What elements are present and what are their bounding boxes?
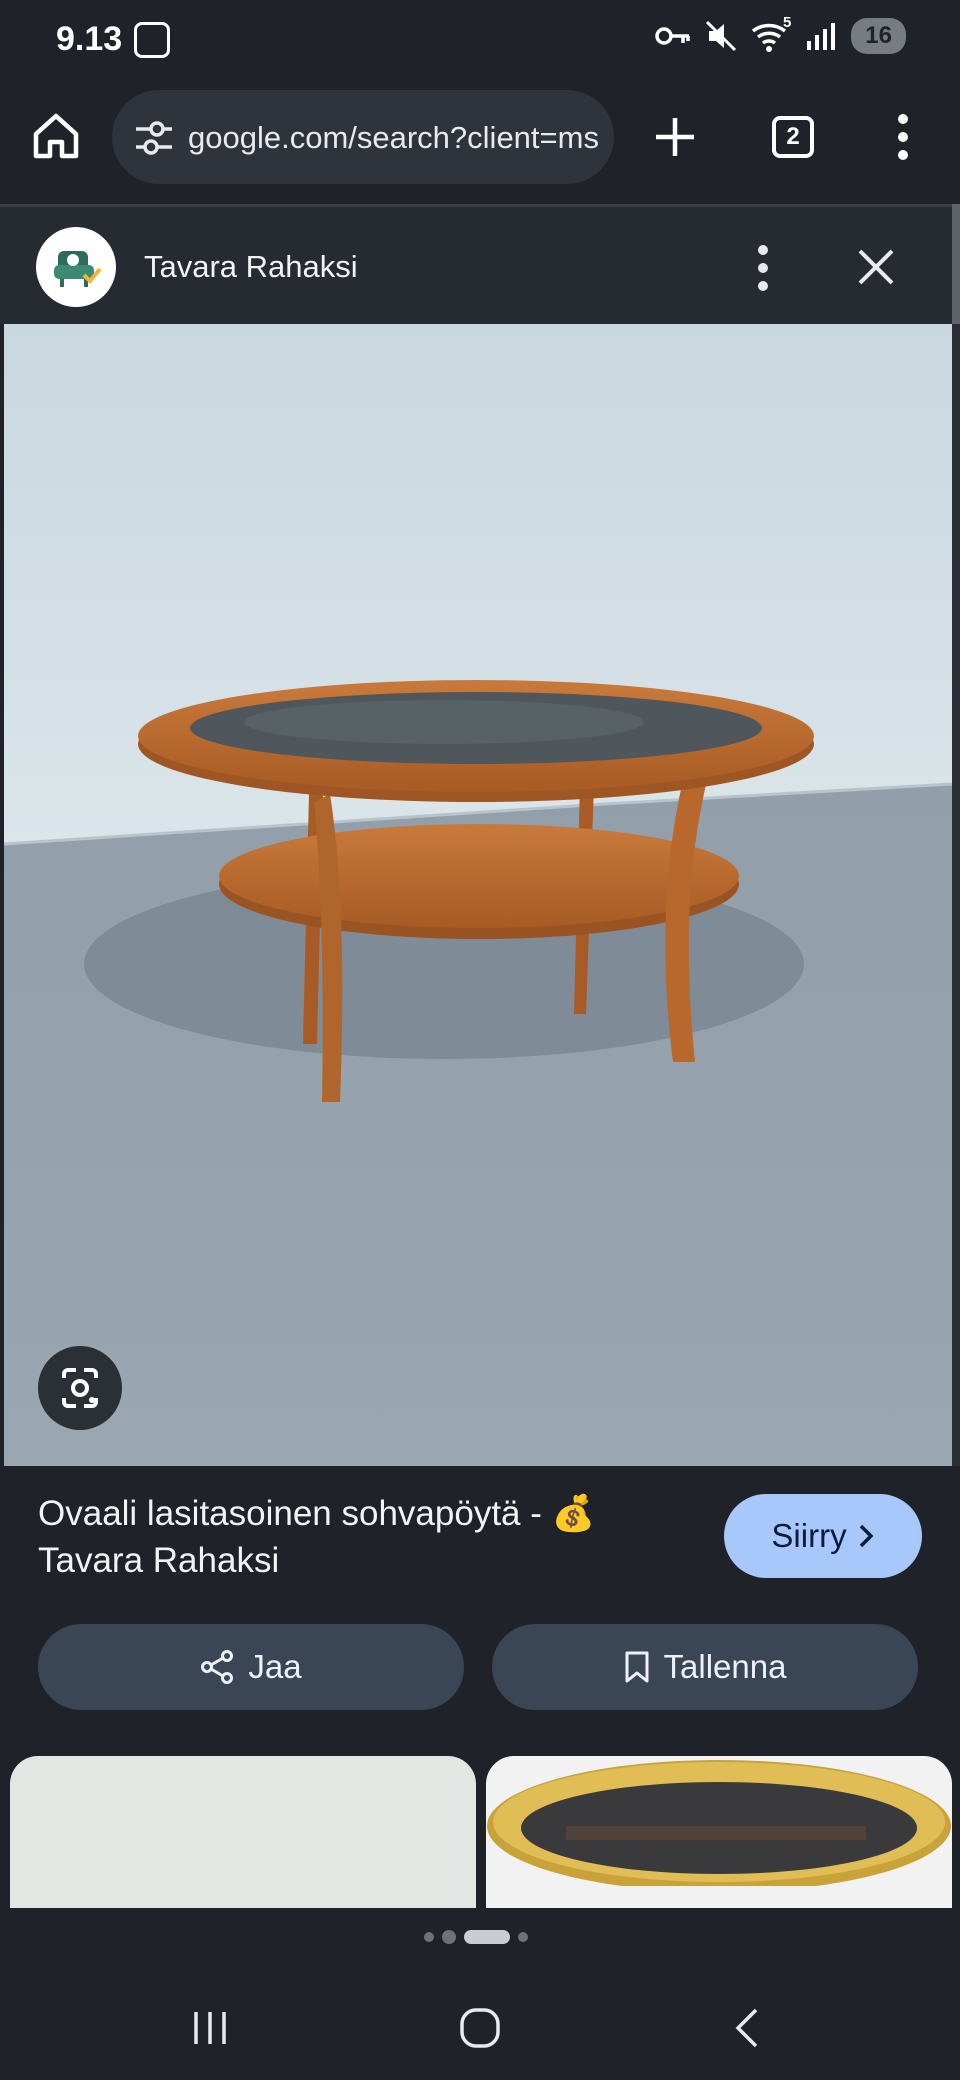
related-image-1[interactable]: [10, 1756, 476, 1908]
site-logo[interactable]: [36, 227, 116, 307]
related-image-2[interactable]: [486, 1756, 952, 1908]
image-pager: [0, 1930, 960, 1944]
tab-switcher-button[interactable]: 2: [772, 116, 814, 158]
save-button[interactable]: Tallenna: [492, 1624, 918, 1710]
recent-apps-button[interactable]: [188, 2006, 232, 2050]
visit-label: Siirry: [771, 1517, 847, 1554]
share-button[interactable]: Jaa: [38, 1624, 464, 1710]
signal-icon: [807, 23, 836, 50]
status-time: 9.13: [56, 20, 123, 58]
address-bar[interactable]: google.com/search?client=ms: [112, 90, 614, 184]
visit-button[interactable]: Siirry: [724, 1494, 922, 1578]
pager-dot-active[interactable]: [464, 1930, 510, 1944]
system-home-button[interactable]: [456, 2004, 504, 2052]
system-navigation-bar: [0, 1980, 960, 2080]
new-tab-button[interactable]: [650, 112, 700, 162]
result-title-line2: Tavara Rahaksi: [38, 1541, 280, 1580]
share-icon: [201, 1650, 234, 1684]
product-image[interactable]: [4, 324, 952, 1466]
wifi-level: 5: [782, 14, 792, 31]
recents-icon: [194, 2012, 226, 2044]
battery-level: 16: [851, 18, 906, 54]
pager-dot[interactable]: [442, 1930, 456, 1944]
scrollbar-thumb[interactable]: [952, 204, 960, 324]
mute-icon: [706, 20, 737, 52]
armchair-logo-icon: [54, 251, 102, 287]
home-button[interactable]: [30, 110, 82, 162]
more-vert-icon: [898, 114, 908, 160]
key-icon: [655, 27, 691, 45]
wifi-icon: 5: [751, 14, 791, 52]
url-text[interactable]: google.com/search?client=ms: [188, 120, 600, 156]
result-title-line1: Ovaali lasitasoinen sohvapöytä - 💰: [38, 1494, 596, 1533]
bookmark-icon: [625, 1651, 649, 1683]
google-lens-button[interactable]: [38, 1346, 122, 1430]
browser-menu-button[interactable]: [888, 110, 918, 164]
browser-toolbar: google.com/search?client=ms 2: [0, 80, 960, 204]
result-title[interactable]: Ovaali lasitasoinen sohvapöytä - 💰 Tavar…: [38, 1490, 688, 1584]
chevron-right-icon: [859, 1524, 874, 1548]
result-sheet-header: Tavara Rahaksi: [0, 204, 960, 324]
pager-dot[interactable]: [518, 1932, 528, 1942]
result-more-button[interactable]: [748, 241, 778, 295]
plus-icon: [656, 118, 694, 156]
back-icon: [735, 2008, 758, 2048]
back-button[interactable]: [730, 2006, 766, 2050]
close-button[interactable]: [856, 247, 896, 287]
lens-icon: [62, 1368, 98, 1408]
status-icons: 5 16: [655, 14, 906, 54]
home-icon: [33, 113, 79, 159]
save-label: Tallenna: [663, 1648, 787, 1685]
site-name[interactable]: Tavara Rahaksi: [144, 249, 358, 285]
home-circle-icon: [460, 2008, 500, 2048]
share-label: Jaa: [248, 1648, 302, 1685]
screenshot-icon: [134, 22, 170, 58]
pager-dot[interactable]: [424, 1932, 434, 1942]
site-settings-icon[interactable]: [134, 120, 174, 156]
scrollbar-track[interactable]: [952, 204, 960, 1466]
status-bar: 9.13 5 16: [0, 0, 960, 80]
more-vert-icon: [758, 245, 768, 291]
close-icon: [858, 249, 894, 285]
